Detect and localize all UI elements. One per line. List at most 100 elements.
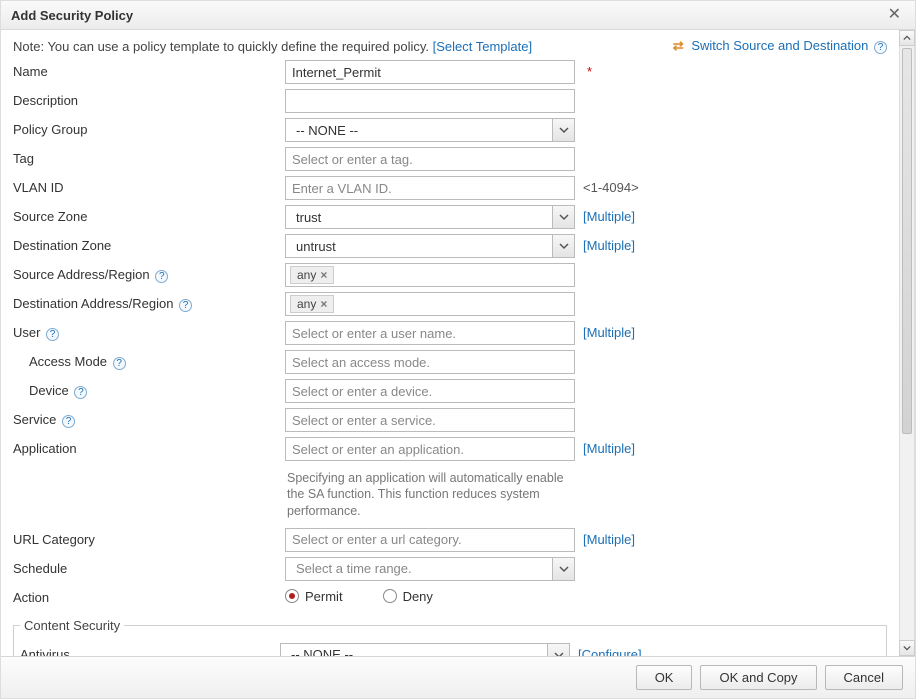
url-category-multiple-link[interactable]: [Multiple] xyxy=(583,532,635,547)
url-category-input[interactable] xyxy=(285,528,575,552)
row-action: Action Permit Deny xyxy=(13,586,887,612)
row-user: User ? [Multiple] xyxy=(13,321,887,347)
label-schedule: Schedule xyxy=(13,557,285,576)
row-url-category: URL Category [Multiple] xyxy=(13,528,887,554)
content-security-group: Content Security Antivirus -- NONE -- [C… xyxy=(13,618,887,656)
label-service: Service ? xyxy=(13,408,285,428)
policy-group-select[interactable]: -- NONE -- xyxy=(285,118,575,142)
label-antivirus: Antivirus xyxy=(20,643,280,656)
label-url-category: URL Category xyxy=(13,528,285,547)
row-device: Device ? xyxy=(13,379,887,405)
label-source-zone: Source Zone xyxy=(13,205,285,224)
destination-zone-multiple-link[interactable]: [Multiple] xyxy=(583,238,635,253)
policy-group-value: -- NONE -- xyxy=(292,123,552,138)
chevron-down-icon xyxy=(547,644,569,656)
dest-addr-chip: any × xyxy=(290,295,334,313)
row-schedule: Schedule Select a time range. xyxy=(13,557,887,583)
help-icon[interactable]: ? xyxy=(179,299,192,312)
dialog-body-wrapper: Note: You can use a policy template to q… xyxy=(1,30,915,656)
radio-icon xyxy=(285,589,299,603)
vertical-scrollbar[interactable] xyxy=(899,30,915,656)
antivirus-select[interactable]: -- NONE -- xyxy=(280,643,570,656)
remove-chip-icon[interactable]: × xyxy=(320,297,327,311)
scroll-up-icon[interactable] xyxy=(899,30,915,46)
description-input[interactable] xyxy=(285,89,575,113)
action-permit-radio[interactable]: Permit xyxy=(285,589,343,604)
remove-chip-icon[interactable]: × xyxy=(320,268,327,282)
access-mode-input[interactable] xyxy=(285,350,575,374)
close-icon[interactable]: ✕ xyxy=(884,7,905,23)
label-dest-addr: Destination Address/Region ? xyxy=(13,292,285,312)
radio-icon xyxy=(383,589,397,603)
chevron-down-icon xyxy=(552,558,574,580)
scroll-thumb[interactable] xyxy=(902,48,912,434)
chevron-down-icon xyxy=(552,119,574,141)
name-input[interactable] xyxy=(285,60,575,84)
help-icon[interactable]: ? xyxy=(74,386,87,399)
dialog-title: Add Security Policy xyxy=(11,8,133,23)
row-destination-zone: Destination Zone untrust [Multiple] xyxy=(13,234,887,260)
service-input[interactable] xyxy=(285,408,575,432)
dest-addr-input[interactable]: any × xyxy=(285,292,575,316)
action-deny-radio[interactable]: Deny xyxy=(383,589,433,604)
row-access-mode: Access Mode ? xyxy=(13,350,887,376)
schedule-select[interactable]: Select a time range. xyxy=(285,557,575,581)
scroll-down-icon[interactable] xyxy=(899,640,915,656)
help-icon[interactable]: ? xyxy=(46,328,59,341)
device-input[interactable] xyxy=(285,379,575,403)
label-description: Description xyxy=(13,89,285,108)
source-addr-input[interactable]: any × xyxy=(285,263,575,287)
cancel-button[interactable]: Cancel xyxy=(825,665,903,690)
label-name: Name xyxy=(13,60,285,79)
add-security-policy-dialog: Add Security Policy ✕ Note: You can use … xyxy=(0,0,916,699)
source-addr-chip: any × xyxy=(290,266,334,284)
help-icon[interactable]: ? xyxy=(874,41,887,54)
label-tag: Tag xyxy=(13,147,285,166)
action-permit-label: Permit xyxy=(305,589,343,604)
dialog-footer: OK OK and Copy Cancel xyxy=(1,656,915,698)
help-icon[interactable]: ? xyxy=(113,357,126,370)
scroll-track[interactable] xyxy=(899,46,915,640)
vlan-range-hint: <1-4094> xyxy=(575,176,639,195)
chevron-down-icon xyxy=(552,235,574,257)
help-icon[interactable]: ? xyxy=(155,270,168,283)
application-multiple-link[interactable]: [Multiple] xyxy=(583,441,635,456)
row-service: Service ? xyxy=(13,408,887,434)
tag-input[interactable] xyxy=(285,147,575,171)
label-policy-group: Policy Group xyxy=(13,118,285,137)
label-user: User ? xyxy=(13,321,285,341)
dialog-header: Add Security Policy ✕ xyxy=(1,1,915,30)
switch-src-dst-link[interactable]: ⇄ Switch Source and Destination ? xyxy=(673,38,887,54)
content-security-legend: Content Security xyxy=(20,618,124,633)
select-template-link[interactable]: [Select Template] xyxy=(433,39,532,54)
source-zone-select[interactable]: trust xyxy=(285,205,575,229)
row-antivirus: Antivirus -- NONE -- [Configure] xyxy=(20,643,880,656)
label-action: Action xyxy=(13,586,285,605)
row-name: Name * xyxy=(13,60,887,86)
vlan-input[interactable] xyxy=(285,176,575,200)
dialog-body: Note: You can use a policy template to q… xyxy=(1,30,899,656)
label-application: Application xyxy=(13,437,285,456)
swap-icon: ⇄ xyxy=(673,38,684,53)
application-input[interactable] xyxy=(285,437,575,461)
help-icon[interactable]: ? xyxy=(62,415,75,428)
source-zone-multiple-link[interactable]: [Multiple] xyxy=(583,209,635,224)
required-indicator: * xyxy=(587,64,592,79)
user-multiple-link[interactable]: [Multiple] xyxy=(583,325,635,340)
application-hint: Specifying an application will automatic… xyxy=(285,466,575,525)
row-application: Application [Multiple] xyxy=(13,437,887,463)
label-vlan: VLAN ID xyxy=(13,176,285,195)
action-radio-group: Permit Deny xyxy=(285,586,575,604)
row-description: Description xyxy=(13,89,887,115)
ok-and-copy-button[interactable]: OK and Copy xyxy=(700,665,816,690)
row-source-zone: Source Zone trust [Multiple] xyxy=(13,205,887,231)
destination-zone-select[interactable]: untrust xyxy=(285,234,575,258)
label-destination-zone: Destination Zone xyxy=(13,234,285,253)
antivirus-configure-link[interactable]: [Configure] xyxy=(578,647,642,656)
label-access-mode: Access Mode ? xyxy=(13,350,285,370)
row-policy-group: Policy Group -- NONE -- xyxy=(13,118,887,144)
user-input[interactable] xyxy=(285,321,575,345)
row-dest-addr: Destination Address/Region ? any × xyxy=(13,292,887,318)
row-vlan: VLAN ID <1-4094> xyxy=(13,176,887,202)
ok-button[interactable]: OK xyxy=(636,665,693,690)
